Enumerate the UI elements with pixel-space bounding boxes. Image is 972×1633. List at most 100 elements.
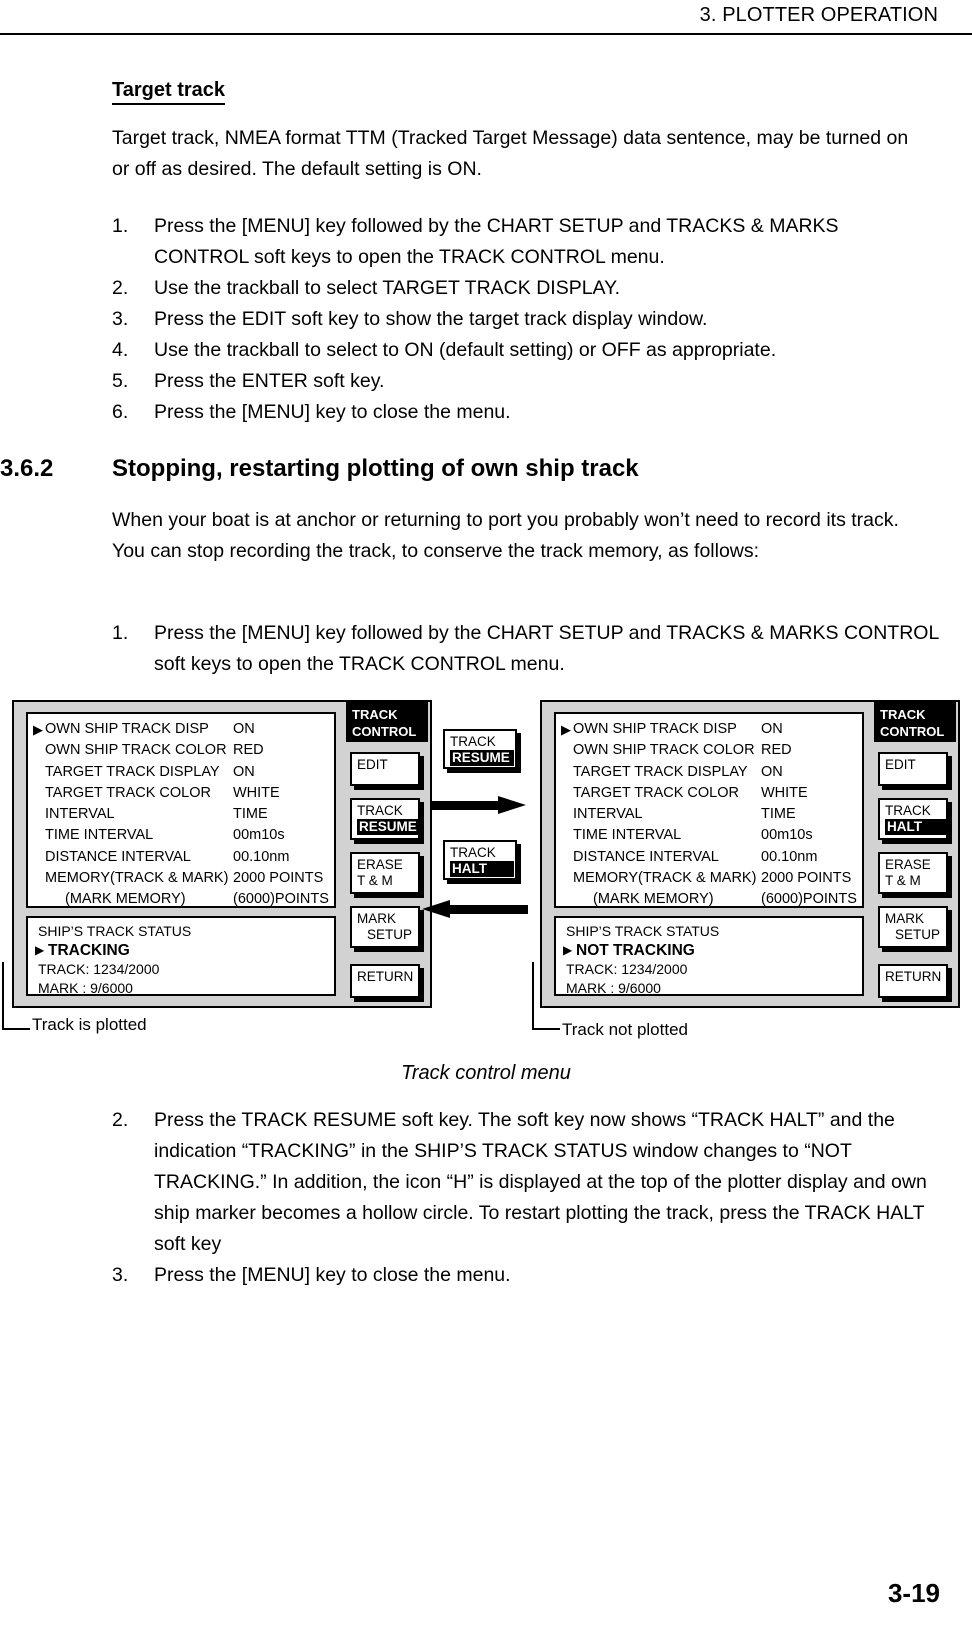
menu-item-label: TARGET TRACK COLOR — [573, 784, 739, 801]
menu-row[interactable]: (MARK MEMORY) (6000)POINTS — [28, 889, 334, 910]
softkey-label-line2: T & M — [885, 873, 921, 888]
softkey-label-line1: ERASE — [885, 857, 931, 872]
step-number: 2. — [112, 1109, 129, 1131]
menu-row[interactable]: TARGET TRACK COLOR WHITE — [28, 783, 334, 804]
menu-item-label: TARGET TRACK DISPLAY — [573, 763, 748, 780]
menu-row[interactable]: ▶ OWN SHIP TRACK DISP ON — [556, 719, 862, 740]
status-title: SHIP’S TRACK STATUS — [566, 923, 720, 939]
status-value: TRACKING — [48, 942, 130, 959]
menu-item-label: TIME INTERVAL — [573, 827, 682, 844]
step-number: 1. — [112, 215, 129, 237]
list-item: 6. Press the [MENU] key to close the menu… — [112, 397, 932, 428]
menu-row[interactable]: TIME INTERVAL 00m10s — [556, 825, 862, 846]
softkey-menu-title: TRACK CONTROL — [346, 702, 428, 742]
step-number: 4. — [112, 339, 129, 361]
menu-item-value: WHITE — [761, 784, 808, 801]
list-item: 2. Press the TRACK RESUME soft key. The s… — [112, 1105, 952, 1260]
softkey-label-line2: T & M — [357, 873, 393, 888]
menu-row[interactable]: INTERVAL TIME — [28, 804, 334, 825]
menu-item-label: OWN SHIP TRACK DISP — [45, 721, 209, 737]
step-text: Use the trackball to select to ON (defau… — [154, 339, 777, 361]
menu-item-value: TIME — [761, 806, 796, 823]
leader-line-right — [532, 962, 560, 1030]
status-title: SHIP’S TRACK STATUS — [38, 923, 192, 939]
softkey-edit[interactable]: EDIT — [350, 752, 420, 786]
section-heading-362: 3.6.2 Stopping, restarting plotting of o… — [0, 455, 972, 495]
softkey-label: RETURN — [885, 969, 942, 984]
arrow-right-icon — [430, 796, 530, 814]
softkey-label-line1: MARK — [357, 911, 397, 926]
softkey-edit[interactable]: EDIT — [878, 752, 948, 786]
menu-item-label: DISTANCE INTERVAL — [45, 848, 191, 865]
list-item: 1. Press the [MENU] key followed by the C… — [112, 211, 932, 273]
step-text: Use the trackball to select TARGET TRACK… — [154, 277, 621, 299]
track-control-panel-tracking: ▶ OWN SHIP TRACK DISP ON OWN SHIP TRACK … — [12, 700, 432, 1008]
menu-item-label: MEMORY(TRACK & MARK) — [45, 870, 229, 887]
softkey-track-halt[interactable]: TRACK HALT — [878, 798, 948, 840]
list-item: 5. Press the ENTER soft key. — [112, 366, 932, 397]
step-number: 6. — [112, 401, 129, 423]
softkey-mark-setup[interactable]: MARK SETUP — [350, 906, 420, 948]
softkey-mark-setup[interactable]: MARK SETUP — [878, 906, 948, 948]
step-number: 1. — [112, 622, 129, 644]
menu-item-label: TARGET TRACK DISPLAY — [45, 763, 220, 780]
softkey-label-line2: HALT — [885, 819, 947, 835]
menu-item-value: (6000)POINTS — [233, 891, 329, 908]
menu-item-value: 2000 POINTS — [761, 870, 852, 887]
menu-row[interactable]: TARGET TRACK DISPLAY ON — [556, 762, 862, 783]
softkey-column-left: TRACK CONTROL EDIT TRACK RESUME ERASE T … — [346, 702, 428, 1006]
step-number: 3. — [112, 1264, 129, 1286]
softkey-return[interactable]: RETURN — [350, 964, 420, 998]
section-title: Stopping, restarting plotting of own shi… — [112, 455, 639, 482]
softkey-return[interactable]: RETURN — [878, 964, 948, 998]
menu-row[interactable]: MEMORY(TRACK & MARK) 2000 POINTS — [556, 868, 862, 889]
figure-title: Track control menu — [401, 1062, 571, 1084]
status-value: NOT TRACKING — [576, 942, 695, 959]
ship-track-status-window-right: SHIP’S TRACK STATUS ▶ NOT TRACKING TRACK… — [554, 916, 864, 996]
menu-item-value: WHITE — [233, 784, 280, 801]
menu-row[interactable]: INTERVAL TIME — [556, 804, 862, 825]
mark-count: MARK : 9/6000 — [566, 980, 661, 996]
menu-row[interactable]: OWN SHIP TRACK COLOR RED — [556, 740, 862, 761]
list-item: 3. Press the EDIT soft key to show the ta… — [112, 304, 932, 335]
menu-row[interactable]: TARGET TRACK DISPLAY ON — [28, 762, 334, 783]
section-number: 3.6.2 — [0, 455, 54, 482]
menu-row[interactable]: TARGET TRACK COLOR WHITE — [556, 783, 862, 804]
menu-row[interactable]: OWN SHIP TRACK COLOR RED — [28, 740, 334, 761]
steps-list: 2. Press the TRACK RESUME soft key. The s… — [112, 1105, 952, 1291]
section-362-paragraph: When your boat is at anchor or returning… — [112, 509, 899, 562]
menu-item-value: RED — [761, 742, 792, 759]
header-divider — [0, 33, 972, 35]
softkey-erase-t-and-m[interactable]: ERASE T & M — [350, 852, 420, 894]
section-362-step1-group: 1. Press the [MENU] key followed by the C… — [112, 618, 942, 680]
softkey-title-line1: TRACK — [880, 707, 926, 722]
menu-row[interactable]: ▶ OWN SHIP TRACK DISP ON — [28, 719, 334, 740]
menu-item-label: INTERVAL — [45, 806, 115, 823]
softkey-label-line2: SETUP — [895, 927, 941, 942]
menu-item-label: OWN SHIP TRACK COLOR — [45, 742, 227, 759]
menu-item-value: 00.10nm — [761, 848, 818, 865]
menu-item-label: TARGET TRACK COLOR — [45, 784, 211, 801]
menu-row[interactable]: (MARK MEMORY) (6000)POINTS — [556, 889, 862, 910]
menu-item-label: MEMORY(TRACK & MARK) — [573, 870, 757, 887]
softkey-label-line1: TRACK — [357, 803, 403, 818]
menu-item-value: 00m10s — [761, 827, 813, 844]
menu-row[interactable]: MEMORY(TRACK & MARK) 2000 POINTS — [28, 868, 334, 889]
mark-count: MARK : 9/6000 — [38, 980, 133, 996]
softkey-label: RETURN — [357, 969, 414, 984]
track-control-menu-left: ▶ OWN SHIP TRACK DISP ON OWN SHIP TRACK … — [26, 712, 336, 908]
softkey-erase-t-and-m[interactable]: ERASE T & M — [878, 852, 948, 894]
menu-row[interactable]: DISTANCE INTERVAL 00.10nm — [556, 847, 862, 868]
menu-row[interactable]: TIME INTERVAL 00m10s — [28, 825, 334, 846]
softkey-track-resume[interactable]: TRACK RESUME — [350, 798, 420, 840]
menu-row[interactable]: DISTANCE INTERVAL 00.10nm — [28, 847, 334, 868]
menu-item-label: OWN SHIP TRACK COLOR — [573, 742, 755, 759]
status-badge: ▶ NOT TRACKING — [556, 941, 862, 960]
target-track-paragraph: Target track, NMEA format TTM (Tracked T… — [112, 127, 909, 180]
ship-track-status-window-left: SHIP’S TRACK STATUS ▶ TRACKING TRACK: 12… — [26, 916, 336, 996]
menu-item-value: ON — [761, 721, 783, 737]
target-track-steps: 1. Press the [MENU] key followed by the C… — [112, 211, 932, 428]
cursor-icon: ▶ — [561, 722, 571, 737]
step-text: Press the TRACK RESUME soft key. The sof… — [154, 1109, 927, 1255]
menu-item-label: OWN SHIP TRACK DISP — [573, 721, 737, 737]
